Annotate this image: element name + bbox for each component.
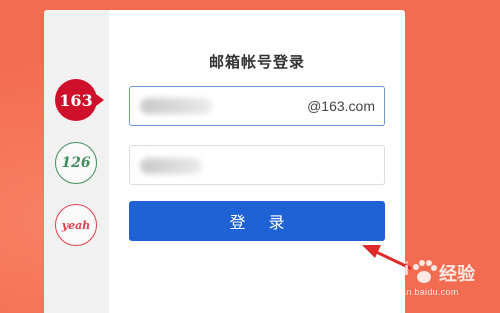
watermark-jingyan-text: 经验 — [439, 264, 475, 284]
paw-icon — [413, 260, 437, 283]
baidu-jingyan-watermark: Bai 经验 jingyan.baidu.com — [381, 258, 496, 306]
watermark-url: jingyan.baidu.com — [381, 287, 459, 297]
watermark-bai-text: Bai — [381, 259, 410, 279]
